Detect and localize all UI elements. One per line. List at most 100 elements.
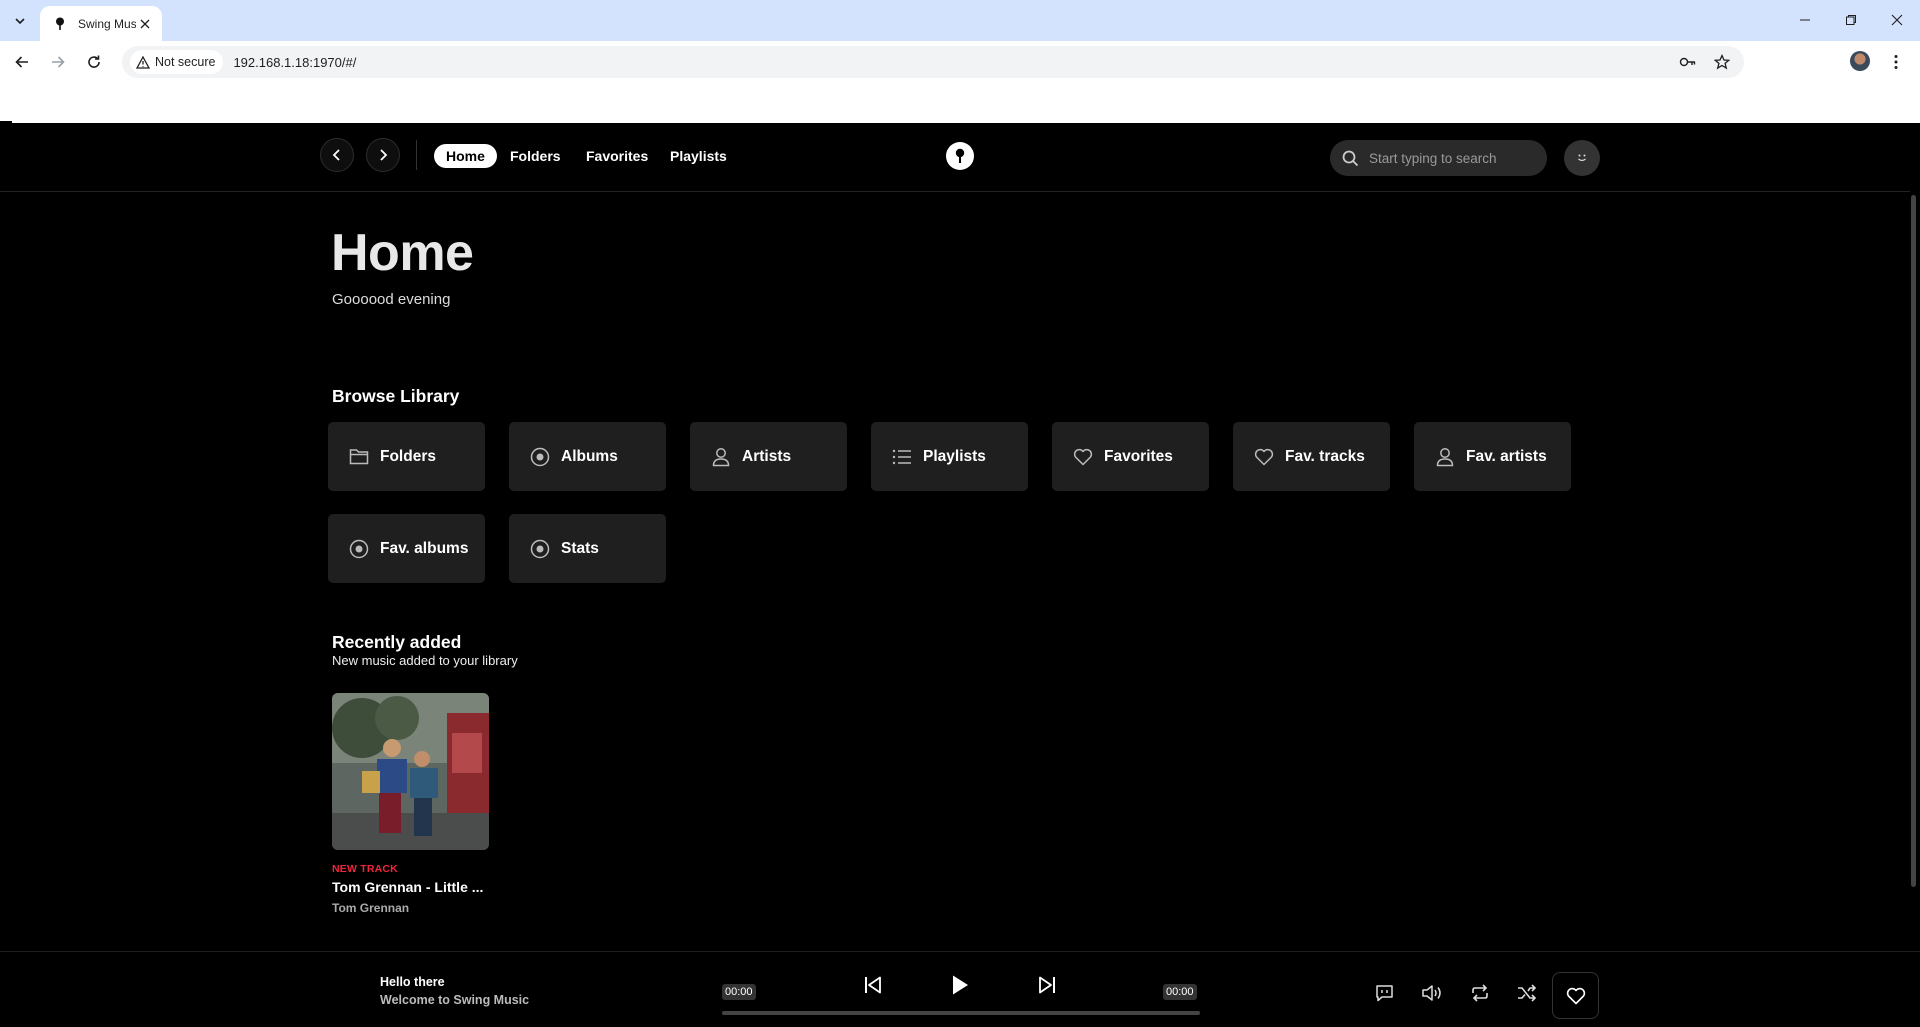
browse-tile-fav-tracks[interactable]: Fav. tracks: [1233, 422, 1390, 491]
play-button[interactable]: [945, 970, 975, 1000]
play-icon: [953, 975, 968, 995]
heart-icon: [1253, 446, 1275, 468]
heart-icon: [1566, 987, 1585, 1004]
profile-avatar[interactable]: [1850, 51, 1870, 71]
browse-tile-albums[interactable]: Albums: [509, 422, 666, 491]
tile-label: Fav. artists: [1466, 447, 1547, 465]
elapsed-time: 00:00: [722, 984, 756, 1000]
track-title[interactable]: Tom Grennan - Little ...: [332, 879, 492, 895]
next-button[interactable]: [1032, 970, 1062, 1000]
nav-link-home[interactable]: Home: [434, 144, 497, 168]
security-chip[interactable]: Not secure: [130, 50, 224, 74]
previous-button[interactable]: [858, 970, 888, 1000]
browse-tile-artists[interactable]: Artists: [690, 422, 847, 491]
playlist-icon: [891, 446, 913, 468]
browser-menu-button[interactable]: [1882, 48, 1910, 76]
browse-tile-fav-albums[interactable]: Fav. albums: [328, 514, 485, 583]
browser-tabstrip: Swing Music: [0, 0, 1920, 41]
now-playing-subtitle: Welcome to Swing Music: [380, 993, 530, 1007]
arrow-right-icon: [52, 56, 65, 68]
album-icon: [529, 538, 551, 560]
key-icon: [1679, 57, 1696, 67]
volume-icon: [1422, 985, 1441, 1001]
browse-tile-favorites[interactable]: Favorites: [1052, 422, 1209, 491]
user-avatar-button[interactable]: [1564, 140, 1600, 176]
minimize-button[interactable]: [1782, 8, 1828, 32]
volume-button[interactable]: [1415, 976, 1449, 1010]
chevron-down-icon: [15, 18, 25, 25]
track-artist[interactable]: Tom Grennan: [332, 901, 409, 915]
now-playing-title: Hello there: [380, 975, 445, 989]
browse-tile-folders[interactable]: Folders: [328, 422, 485, 491]
top-nav: Home Folders Favorites Playlists: [0, 123, 1910, 192]
close-icon: [1891, 14, 1903, 26]
browse-library-title: Browse Library: [332, 386, 460, 406]
tile-label: Stats: [561, 539, 599, 557]
back-button[interactable]: [8, 48, 36, 76]
search-icon: [1342, 150, 1359, 166]
browse-tile-playlists[interactable]: Playlists: [871, 422, 1028, 491]
close-window-button[interactable]: [1874, 8, 1920, 32]
tab-close-button[interactable]: [136, 15, 154, 33]
browser-toolbar: Not secure 192.168.1.18:1970/#/: [0, 41, 1920, 81]
artist-icon: [710, 446, 732, 468]
star-icon: [1714, 54, 1730, 70]
restore-button[interactable]: [1828, 8, 1874, 32]
reload-button[interactable]: [80, 48, 108, 76]
search-box[interactable]: [1330, 140, 1547, 176]
recently-added-title: Recently added: [332, 632, 462, 652]
shuffle-icon: [1518, 984, 1537, 1002]
warning-icon: [136, 55, 150, 69]
forward-button[interactable]: [44, 48, 72, 76]
nav-forward-button[interactable]: [366, 138, 400, 172]
nav-link-folders[interactable]: Folders: [510, 144, 561, 168]
address-bar[interactable]: Not secure 192.168.1.18:1970/#/: [122, 46, 1744, 78]
lyrics-button[interactable]: [1367, 976, 1401, 1010]
password-key-button[interactable]: [1676, 50, 1700, 74]
page-top-band: [0, 81, 1920, 123]
tile-label: Playlists: [923, 447, 986, 465]
minimize-icon: [1800, 19, 1810, 21]
favorite-button[interactable]: [1552, 972, 1599, 1019]
progress-bar[interactable]: [722, 1011, 1200, 1015]
repeat-button[interactable]: [1463, 976, 1497, 1010]
tab-title: Swing Music: [78, 16, 136, 31]
tab-search-button[interactable]: [8, 9, 32, 33]
nav-back-button[interactable]: [320, 138, 354, 172]
tile-label: Folders: [380, 447, 436, 465]
arrow-left-icon: [15, 56, 28, 68]
tile-label: Favorites: [1104, 447, 1173, 465]
reload-icon: [88, 55, 100, 68]
nav-divider: [416, 140, 417, 170]
duration-time: 00:00: [1163, 984, 1197, 1000]
new-track-badge: NEW TRACK: [332, 863, 398, 875]
search-input[interactable]: [1369, 150, 1539, 166]
security-label: Not secure: [155, 55, 216, 69]
nav-link-favorites[interactable]: Favorites: [586, 144, 648, 168]
close-icon: [140, 19, 150, 28]
tile-label: Artists: [742, 447, 792, 465]
repeat-icon: [1472, 984, 1488, 1002]
greeting-text: Goooood evening: [332, 291, 451, 308]
skip-next-icon: [1039, 976, 1055, 994]
nav-link-playlists[interactable]: Playlists: [670, 144, 727, 168]
url-text: 192.168.1.18:1970/#/: [233, 54, 357, 70]
heart-icon: [1072, 446, 1094, 468]
browse-tile-fav-artists[interactable]: Fav. artists: [1414, 422, 1571, 491]
album-icon: [529, 446, 551, 468]
bookmark-button[interactable]: [1710, 50, 1734, 74]
microphone-icon: [955, 148, 965, 163]
smiley-icon: [1578, 154, 1586, 162]
recently-added-subtitle: New music added to your library: [332, 653, 518, 668]
tile-label: Fav. albums: [380, 539, 469, 557]
microphone-icon: [52, 16, 68, 32]
shuffle-button[interactable]: [1510, 976, 1544, 1010]
album-cover-image[interactable]: [332, 693, 489, 850]
artist-icon: [1434, 446, 1456, 468]
browse-tile-stats[interactable]: Stats: [509, 514, 666, 583]
app-logo[interactable]: [946, 142, 974, 170]
chevron-left-icon: [332, 149, 340, 161]
page-scrollbar[interactable]: [1911, 195, 1916, 887]
more-vert-icon: [1894, 55, 1898, 69]
browser-tab[interactable]: Swing Music: [40, 6, 162, 41]
